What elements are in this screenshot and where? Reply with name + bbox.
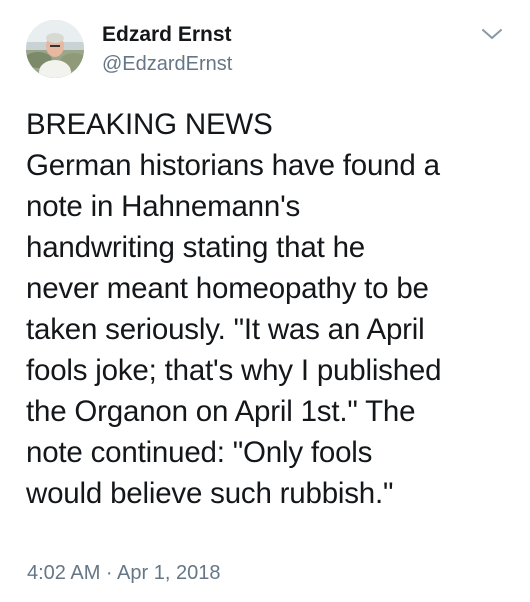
tweet-line: note in Hahnemann's — [26, 190, 301, 223]
tweet-line: handwriting stating that he — [26, 231, 365, 264]
tweet-line: German historians have found a — [26, 149, 440, 182]
tweet-line: never meant homeopathy to be — [26, 272, 429, 305]
profile-photo-icon — [26, 20, 84, 78]
author-handle[interactable]: @EdzardErnst — [102, 52, 232, 76]
chevron-down-icon[interactable] — [481, 26, 503, 42]
tweet-line: the Organon on April 1st." The — [26, 395, 416, 428]
tweet-line: taken seriously. "It was an April — [26, 313, 425, 346]
tweet-line: BREAKING NEWS — [26, 108, 273, 141]
tweet-card: Edzard Ernst @EdzardErnst BREAKING NEWS … — [0, 0, 530, 602]
tweet-line: fools joke; that's why I published — [26, 354, 442, 387]
tweet-line: note continued: "Only fools — [26, 436, 373, 469]
tweet-timestamp[interactable]: 4:02 AM · Apr 1, 2018 — [27, 561, 220, 585]
tweet-text: BREAKING NEWS German historians have fou… — [26, 104, 521, 514]
author-name[interactable]: Edzard Ernst — [102, 22, 232, 48]
avatar[interactable] — [26, 20, 84, 78]
tweet-line: would believe such rubbish." — [26, 477, 394, 510]
